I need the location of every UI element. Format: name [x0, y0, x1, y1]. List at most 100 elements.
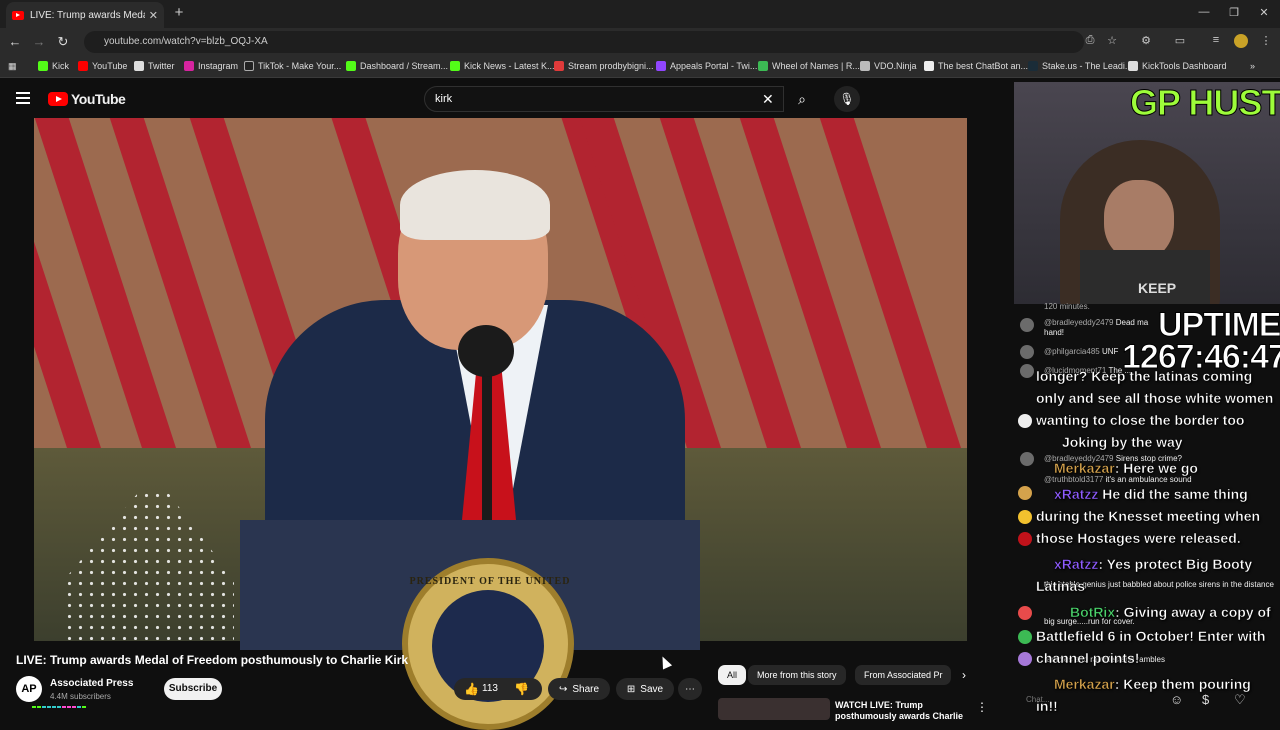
more-actions-icon[interactable]: ⋯ [678, 678, 702, 700]
chat-user-icon [1018, 652, 1032, 666]
chat-message: 120 minutes. [1044, 302, 1090, 311]
emoji-icon[interactable]: ☺ [1170, 692, 1183, 707]
media-icon[interactable]: ≡ [1208, 34, 1224, 46]
overlay-chat-line: xRatzz He did the same thing [1054, 486, 1248, 502]
chat-user-icon [1018, 630, 1032, 644]
subscribe-button[interactable]: Subscribe [164, 678, 222, 700]
profile-avatar[interactable] [1234, 34, 1248, 48]
forward-button[interactable]: → [30, 34, 48, 49]
mouse-cursor [657, 654, 673, 670]
overlay-chat-line: Battlefield 6 in October! Enter with [1036, 628, 1266, 644]
heart-icon[interactable]: ♡ [1234, 692, 1246, 708]
chat-avatar [1020, 452, 1034, 466]
address-bar-row: ← → ↻ youtube.com/watch?v=blzb_OQJ-XA ⎙ … [0, 28, 1280, 56]
chat-message: @bradleyeddy2479 Dead ma [1044, 318, 1149, 327]
search-input[interactable]: kirk [424, 86, 784, 112]
chat-avatar [1020, 318, 1034, 332]
bookmark-kick[interactable]: Kick [38, 61, 69, 71]
bookmark-appeals[interactable]: Appeals Portal - Twi... [656, 61, 757, 71]
overlay-chat-line: only and see all those white women [1036, 390, 1274, 406]
overlay-chat-line: Latinas [1036, 578, 1086, 594]
bookmark-wheel[interactable]: Wheel of Names | R... [758, 61, 860, 71]
chat-avatar [1020, 364, 1034, 378]
back-button[interactable]: ← [6, 34, 24, 49]
like-dislike-pill: 👍 113 👎 [454, 678, 542, 700]
cast-icon[interactable]: ▭ [1172, 34, 1188, 47]
video-title: LIVE: Trump awards Medal of Freedom post… [16, 653, 409, 667]
chat-user-icon [1018, 606, 1032, 620]
microphone [458, 325, 514, 377]
bookmark-chatbot[interactable]: The best ChatBot an... [924, 61, 1028, 71]
install-app-icon[interactable]: ⎙ [1082, 34, 1098, 47]
bookmark-youtube[interactable]: YouTube [78, 61, 127, 71]
extensions-icon[interactable]: ⚙ [1138, 34, 1154, 47]
channel-avatar[interactable]: AP [16, 676, 42, 702]
search-button[interactable]: ⌕ [786, 86, 818, 112]
dislike-icon[interactable]: 👎 [514, 682, 529, 696]
chat-user-icon [1018, 414, 1032, 428]
shirt-text: KEEP [1138, 280, 1177, 296]
maximize-button[interactable]: ❐ [1224, 6, 1244, 19]
minimize-button[interactable]: — [1194, 6, 1214, 18]
apps-grid-icon[interactable]: ▦ [8, 61, 17, 72]
overlay-color-bar [32, 706, 86, 708]
overlay-chat-line: longer? Keep the latinas coming [1036, 368, 1253, 384]
menu-dots-icon[interactable]: ⋮ [1258, 34, 1274, 47]
chip-from-associated-press[interactable]: From Associated Pr [855, 665, 951, 685]
recommended-more-icon[interactable]: ⋮ [976, 700, 988, 714]
overlay-chat-line: Joking by the way [1062, 434, 1183, 450]
reload-button[interactable]: ↻ [54, 34, 72, 50]
chat-user-icon [1018, 486, 1032, 500]
hamburger-menu-icon[interactable] [16, 92, 30, 104]
seal-text: PRESIDENT OF THE UNITED [409, 576, 571, 587]
close-window-button[interactable]: ✕ [1254, 6, 1274, 19]
bookmark-dashboard[interactable]: Dashboard / Stream... [346, 61, 448, 71]
bookmark-tiktok[interactable]: TikTok - Make Your... [244, 61, 341, 71]
chat-message: hand! [1044, 328, 1065, 337]
bookmark-star-icon[interactable]: ☆ [1104, 34, 1120, 47]
browser-tab[interactable]: LIVE: Trump awards Medal ✕ [6, 2, 164, 28]
overlay-chat-line: channel points! [1036, 650, 1140, 666]
bookmarks-overflow-icon[interactable]: » [1250, 61, 1255, 71]
like-icon[interactable]: 👍 [464, 682, 479, 696]
new-tab-button[interactable]: + [170, 4, 188, 22]
overlay-chat-line: during the Knesset meeting when [1036, 508, 1261, 524]
overlay-chat-line: BotRix: Giving away a copy of [1070, 604, 1271, 620]
bookmark-stake[interactable]: Stake.us - The Leadi... [1028, 61, 1132, 71]
chat-user-icon [1018, 510, 1032, 524]
bookmark-twitter[interactable]: Twitter [134, 61, 175, 71]
url-bar[interactable]: youtube.com/watch?v=blzb_OQJ-XA [84, 31, 1084, 53]
chat-message: @philgarcia485 UNF [1044, 347, 1119, 356]
bookmark-stream[interactable]: Stream prodbybigni... [554, 61, 654, 71]
overlay-chat-line: Merkazar: Here we go [1054, 460, 1198, 476]
url-text: youtube.com/watch?v=blzb_OQJ-XA [104, 36, 268, 47]
save-button[interactable]: ⊞ Save [616, 678, 674, 700]
overlay-chat-line: those Hostages were released. [1036, 530, 1241, 546]
chip-more-from-story[interactable]: More from this story [748, 665, 846, 685]
youtube-favicon-icon [12, 10, 24, 20]
share-icon: ↪ [558, 683, 568, 695]
chip-all[interactable]: All [718, 665, 747, 685]
clear-search-icon[interactable]: ✕ [762, 91, 774, 108]
youtube-logo[interactable]: YouTube [48, 91, 126, 107]
youtube-play-logo-icon [48, 92, 68, 106]
stream-brand: GP HUSTLA [1129, 82, 1280, 124]
like-count[interactable]: 113 [482, 683, 498, 694]
tab-title: LIVE: Trump awards Medal [30, 9, 145, 21]
channel-name[interactable]: Associated Press [50, 678, 133, 689]
overlay-chat-line: wanting to close the border too [1036, 412, 1245, 428]
bookmark-instagram[interactable]: Instagram [184, 61, 238, 71]
chips-next-arrow-icon[interactable]: › [962, 668, 966, 682]
voice-search-icon[interactable]: 🎙 [834, 86, 860, 112]
chat-input[interactable]: Chat... [1020, 690, 1170, 710]
save-icon: ⊞ [626, 683, 636, 695]
recommended-title[interactable]: WATCH LIVE: Trump posthumously awards Ch… [835, 700, 965, 722]
super-chat-icon[interactable]: $ [1202, 692, 1209, 707]
share-button[interactable]: ↪ Share [548, 678, 610, 700]
recommended-thumbnail[interactable] [718, 698, 830, 720]
bookmark-kick-news[interactable]: Kick News - Latest K... [450, 61, 555, 71]
bookmark-kicktools[interactable]: KickTools Dashboard [1128, 61, 1227, 71]
bookmark-vdo-ninja[interactable]: VDO.Ninja [860, 61, 917, 71]
tab-close-icon[interactable]: ✕ [149, 9, 158, 22]
chat-avatar [1020, 345, 1034, 359]
